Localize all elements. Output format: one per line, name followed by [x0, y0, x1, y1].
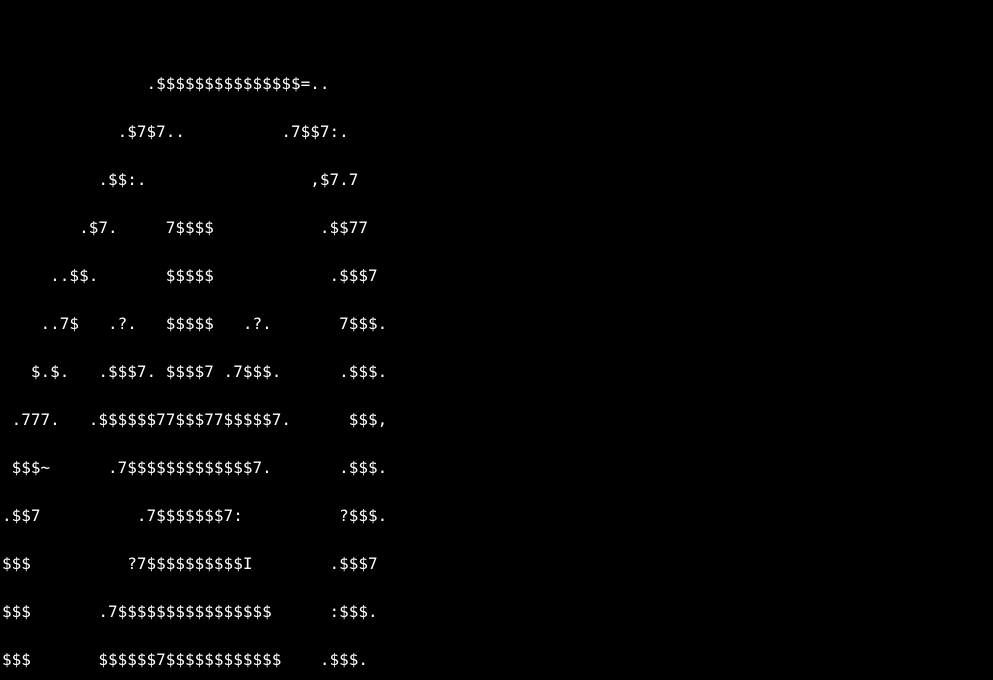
ascii-art-logo: .$$$$$$$$$$$$$$$=.. .$7$7.. .7$$7:. .$$:…: [2, 24, 991, 680]
ascii-line: .$$$$$$$$$$$$$$$=..: [2, 72, 991, 96]
ascii-line: ..$$. $$$$$ .$$$7: [2, 264, 991, 288]
ascii-line: $$$ ?7$$$$$$$$$$I .$$$7: [2, 552, 991, 576]
ascii-line: .$7$7.. .7$$7:.: [2, 120, 991, 144]
ascii-line: .$7. 7$$$$ .$$77: [2, 216, 991, 240]
ascii-line: ..7$ .?. $$$$$ .?. 7$$$.: [2, 312, 991, 336]
ascii-line: .$$:. ,$7.7: [2, 168, 991, 192]
terminal-output: .$$$$$$$$$$$$$$$=.. .$7$7.. .7$$7:. .$$:…: [0, 0, 993, 680]
ascii-line: .$$7 .7$$$$$$$7: ?$$$.: [2, 504, 991, 528]
ascii-line: $$$ $$$$$$7$$$$$$$$$$$$ .$$$.: [2, 648, 991, 672]
ascii-line: $$$~ .7$$$$$$$$$$$$$7. .$$$.: [2, 456, 991, 480]
ascii-line: $.$. .$$$7. $$$$7 .7$$$. .$$$.: [2, 360, 991, 384]
ascii-line: .777. .$$$$$$77$$$77$$$$$7. $$$,: [2, 408, 991, 432]
ascii-line: $$$ .7$$$$$$$$$$$$$$$$ :$$$.: [2, 600, 991, 624]
